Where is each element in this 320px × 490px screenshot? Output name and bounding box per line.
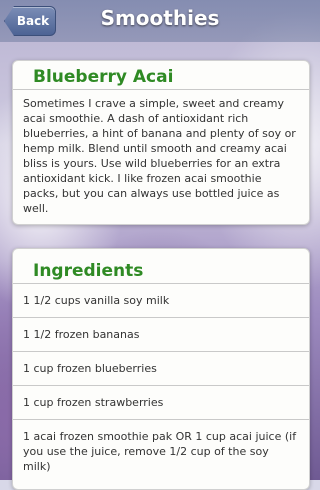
ingredients-card: Ingredients 1 1/2 cups vanilla soy milk …	[12, 248, 310, 490]
page-title: Smoothies	[100, 6, 220, 30]
recipe-card: Blueberry Acai Sometimes I crave a simpl…	[12, 60, 310, 225]
top-bar: Back Smoothies	[0, 0, 320, 42]
ingredient-item: 1 cup frozen strawberries	[13, 385, 309, 419]
ingredient-item: 1 cup frozen blueberries	[13, 351, 309, 385]
recipe-description: Sometimes I crave a simple, sweet and cr…	[23, 97, 296, 215]
ingredients-title: Ingredients	[33, 261, 144, 281]
ingredient-item: 1 acai frozen smoothie pak OR 1 cup acai…	[13, 419, 309, 483]
ingredient-item: 1 1/2 frozen bananas	[13, 317, 309, 351]
recipe-title: Blueberry Acai	[33, 67, 174, 87]
ingredient-item: 1 1/2 cups vanilla soy milk	[13, 283, 309, 317]
